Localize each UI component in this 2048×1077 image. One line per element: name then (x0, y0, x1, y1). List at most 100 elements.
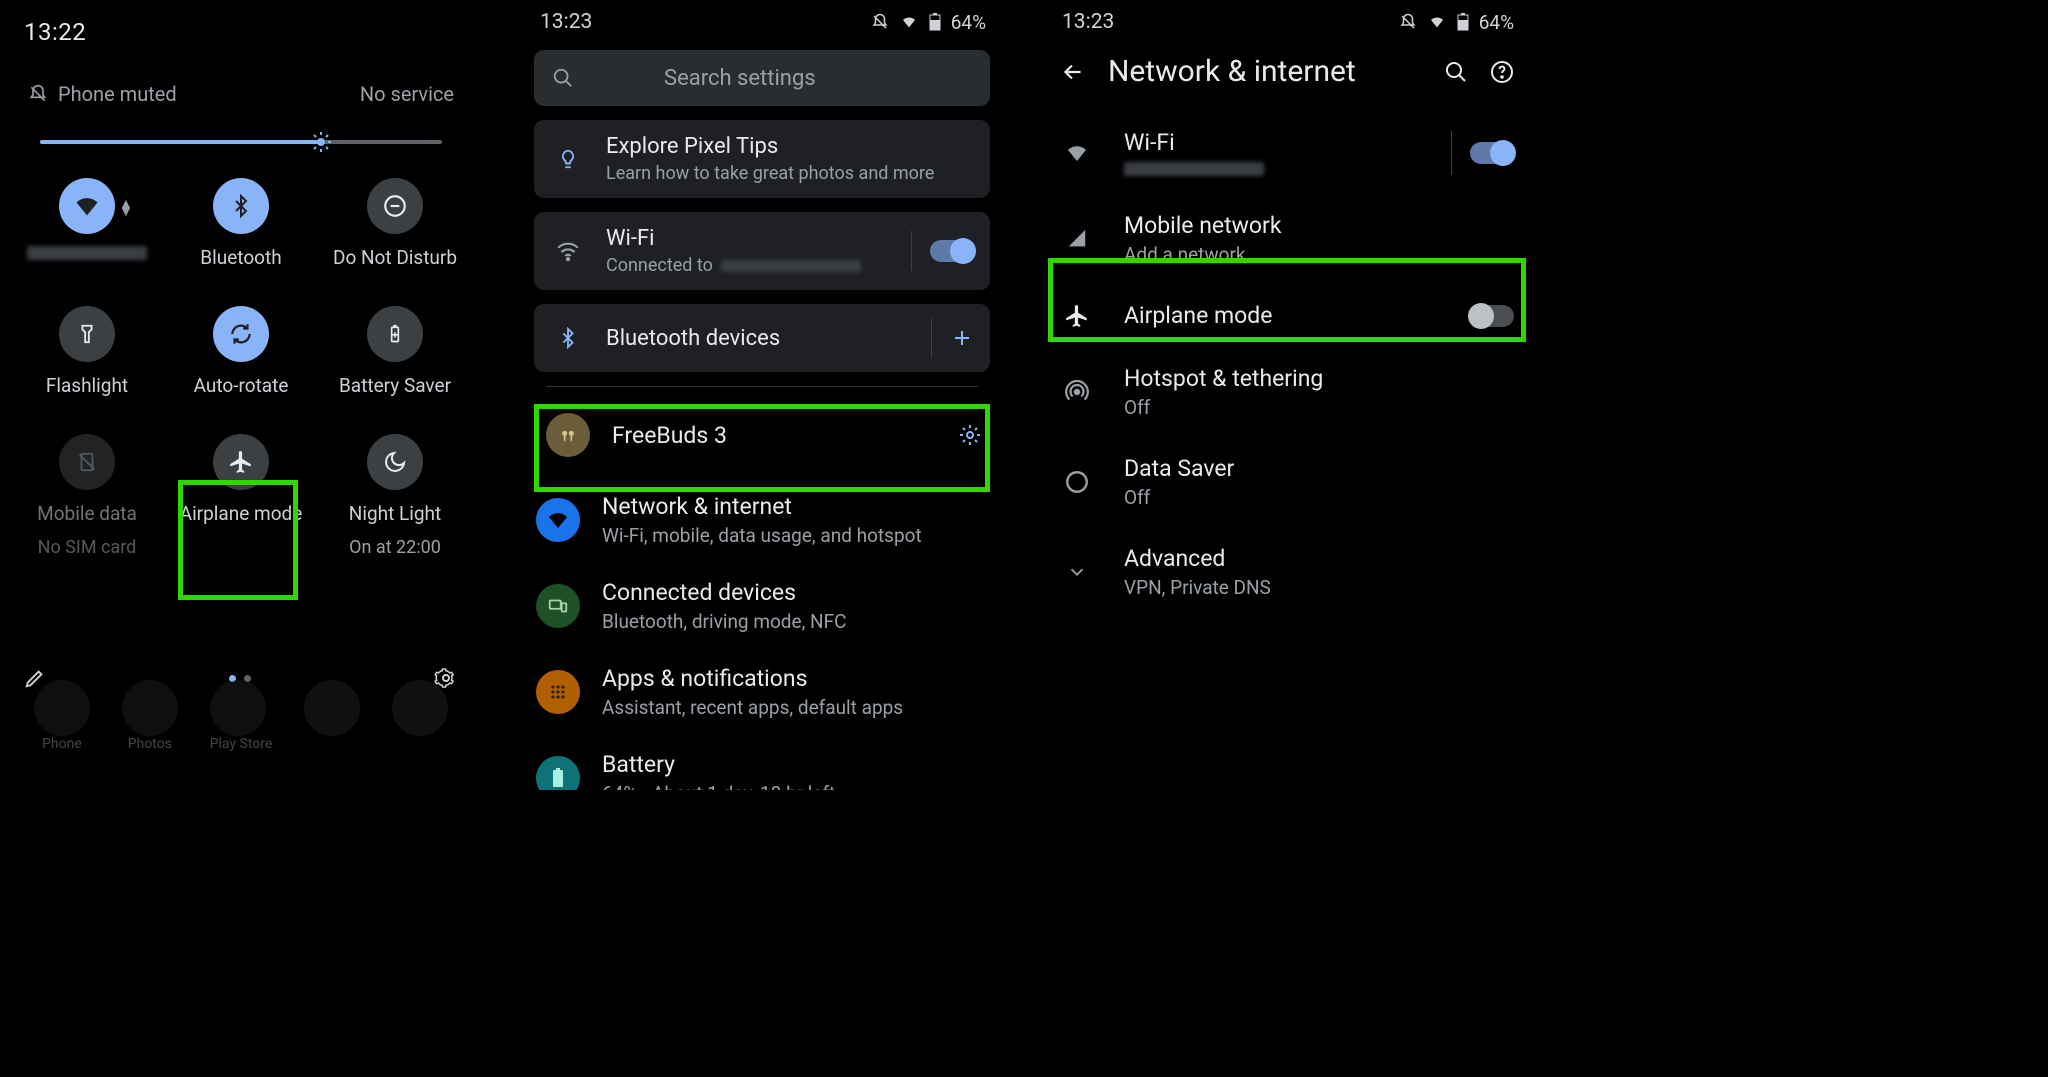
row-subtitle: Assistant, recent apps, default apps (602, 696, 903, 719)
row-title: Connected devices (602, 579, 846, 606)
back-icon[interactable] (1060, 59, 1086, 85)
row-subtitle: Add a network (1124, 243, 1281, 266)
wifi-toggle[interactable] (930, 240, 974, 262)
row-subtitle: Off (1124, 486, 1234, 509)
qs-tile-night-light[interactable]: Night Light On at 22:00 (318, 434, 472, 559)
apps-icon (536, 670, 580, 714)
wifi-icon (899, 14, 919, 30)
search-settings-input[interactable]: Search settings (534, 50, 990, 106)
bluetooth-icon (550, 320, 586, 356)
card-title: Wi-Fi (606, 226, 861, 251)
qs-tile-autorotate[interactable]: Auto-rotate (164, 306, 318, 398)
separator (911, 231, 912, 271)
row-title: Mobile network (1124, 212, 1281, 239)
qs-tile-label: Auto-rotate (194, 374, 289, 398)
card-bluetooth-devices[interactable]: Bluetooth devices (534, 304, 990, 372)
search-icon (552, 67, 574, 89)
panel-settings-home: 13:23 64% Search settings Explore Pixel … (520, 0, 1004, 790)
row-title: Airplane mode (1124, 302, 1272, 329)
panel-quick-settings: 13:22 Phone muted No service ▲▼ Bluetoot… (0, 0, 482, 760)
qs-tile-label: Mobile data (37, 502, 137, 526)
qs-tile-bluetooth[interactable]: Bluetooth (164, 178, 318, 270)
card-freebuds[interactable]: FreeBuds 3 (520, 397, 1004, 473)
qs-tile-label: Night Light (349, 502, 441, 526)
row-airplane-mode[interactable]: Airplane mode (1042, 284, 1532, 347)
clock: 13:23 (540, 10, 592, 34)
qs-tile-dnd[interactable]: Do Not Disturb (318, 178, 472, 270)
wifi-toggle[interactable] (1470, 142, 1514, 164)
qs-tile-label: Do Not Disturb (333, 246, 457, 270)
battery-percent: 64% (1479, 11, 1514, 34)
home-dock: Phone Photos Play Store (0, 680, 482, 760)
qs-tile-battery-saver[interactable]: Battery Saver (318, 306, 472, 398)
qs-tiles: ▲▼ Bluetooth Do Not Disturb Flashlight A… (0, 154, 482, 558)
qs-tile-label: Flashlight (46, 374, 128, 398)
card-subtitle: Connected to (606, 255, 861, 276)
row-connected-devices[interactable]: Connected devices Bluetooth, driving mod… (520, 563, 1004, 649)
status-bar: 13:23 64% (1042, 0, 1532, 38)
info-row: Phone muted No service (0, 52, 482, 114)
search-icon[interactable] (1444, 60, 1468, 84)
wifi-ssid-redacted (27, 246, 147, 260)
row-advanced[interactable]: Advanced VPN, Private DNS (1042, 527, 1532, 617)
row-subtitle: VPN, Private DNS (1124, 576, 1271, 599)
plus-icon[interactable] (950, 326, 974, 350)
qs-tile-flashlight[interactable]: Flashlight (10, 306, 164, 398)
qs-tile-label: Bluetooth (200, 246, 281, 270)
row-title: Apps & notifications (602, 665, 903, 692)
separator (931, 318, 932, 358)
card-title: Bluetooth devices (606, 326, 780, 351)
devices-icon (536, 584, 580, 628)
hotspot-icon (1056, 379, 1098, 405)
qs-tile-sublabel: On at 22:00 (349, 537, 441, 558)
qs-tile-label: Airplane mode (180, 502, 303, 526)
qs-tile-sublabel: No SIM card (38, 537, 137, 558)
row-battery[interactable]: Battery 64% - About 1 day, 18 hr left (520, 735, 1004, 790)
qs-tile-label: Battery Saver (339, 374, 451, 398)
row-subtitle: 64% - About 1 day, 18 hr left (602, 782, 835, 790)
row-apps-notifications[interactable]: Apps & notifications Assistant, recent a… (520, 649, 1004, 735)
card-title: Explore Pixel Tips (606, 134, 934, 159)
wifi-icon (536, 498, 580, 542)
qs-tile-airplane[interactable]: Airplane mode (164, 434, 318, 559)
page-title: Network & internet (1108, 54, 1422, 89)
battery-percent: 64% (951, 11, 986, 34)
qs-tile-mobile-data[interactable]: Mobile data No SIM card (10, 434, 164, 559)
lightbulb-icon (550, 141, 586, 177)
row-network-internet[interactable]: Network & internet Wi-Fi, mobile, data u… (520, 477, 1004, 563)
row-title: Advanced (1124, 545, 1271, 572)
row-subtitle: Wi-Fi, mobile, data usage, and hotspot (602, 524, 922, 547)
panel-network-internet: 13:23 64% Network & internet Wi-Fi (1042, 0, 1532, 790)
row-title: FreeBuds 3 (612, 422, 727, 449)
wifi-ssid-redacted (1124, 162, 1264, 176)
gear-icon[interactable] (958, 423, 982, 447)
card-pixel-tips[interactable]: Explore Pixel Tips Learn how to take gre… (534, 120, 990, 198)
row-data-saver[interactable]: Data Saver Off (1042, 437, 1532, 527)
row-hotspot[interactable]: Hotspot & tethering Off (1042, 347, 1532, 437)
bell-off-icon (1399, 13, 1417, 31)
app-bar: Network & internet (1042, 38, 1532, 111)
bell-off-icon (871, 13, 889, 31)
card-wifi[interactable]: Wi-Fi Connected to (534, 212, 990, 290)
row-title: Battery (602, 751, 835, 778)
airplane-toggle[interactable] (1470, 305, 1514, 327)
data-saver-icon (1056, 469, 1098, 495)
row-title: Network & internet (602, 493, 922, 520)
brightness-slider[interactable] (0, 114, 482, 154)
wifi-icon (1427, 14, 1447, 30)
service-status-label: No service (360, 82, 454, 106)
status-bar: 13:23 64% (520, 0, 1004, 38)
qs-tile-wifi[interactable]: ▲▼ (10, 178, 164, 270)
card-subtitle: Learn how to take great photos and more (606, 163, 934, 184)
bell-off-icon (28, 84, 48, 104)
battery-icon (1457, 13, 1469, 31)
wifi-ssid-redacted (721, 260, 861, 272)
help-icon[interactable] (1490, 60, 1514, 84)
row-subtitle: Off (1124, 396, 1323, 419)
airplane-icon (1056, 303, 1098, 329)
row-mobile-network[interactable]: Mobile network Add a network (1042, 194, 1532, 284)
clock: 13:22 (24, 18, 86, 46)
signal-icon (1056, 228, 1098, 250)
row-wifi[interactable]: Wi-Fi (1042, 111, 1532, 194)
row-title: Wi-Fi (1124, 129, 1264, 156)
